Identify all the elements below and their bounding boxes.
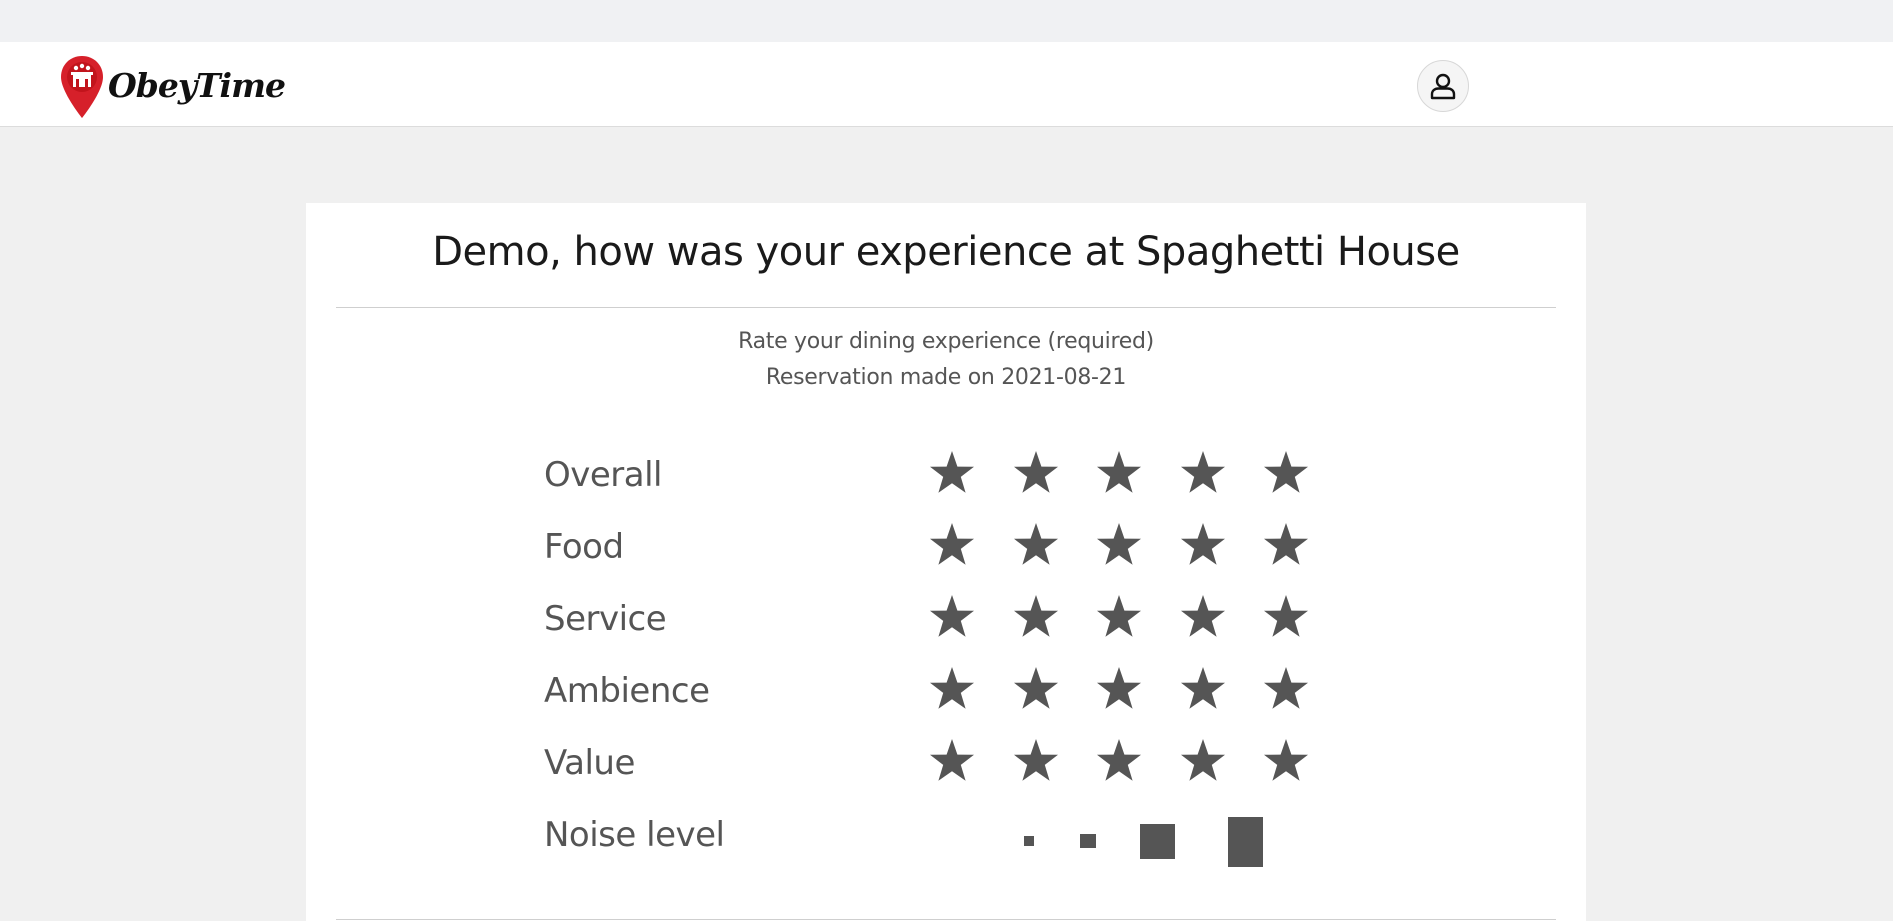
star-icon-overall-5[interactable] — [1262, 449, 1310, 497]
star-icon-value-5[interactable] — [1262, 737, 1310, 785]
rating-label-service: Service — [544, 599, 667, 639]
rating-label-overall: Overall — [544, 455, 663, 495]
star-rating-service — [928, 593, 1346, 641]
rating-row-overall: Overall — [544, 447, 1444, 519]
star-icon-service-2[interactable] — [1012, 593, 1060, 641]
review-title: Demo, how was your experience at Spaghet… — [432, 229, 1460, 275]
star-rating-value — [928, 737, 1346, 785]
location-pin-logo-icon — [61, 56, 103, 118]
star-icon-service-4[interactable] — [1179, 593, 1227, 641]
browser-top-strip — [0, 0, 1893, 42]
noise-level-option-2[interactable] — [1080, 834, 1096, 848]
review-card: Demo, how was your experience at Spaghet… — [306, 203, 1586, 921]
star-rating-food — [928, 521, 1346, 569]
navbar: ObeyTime — [0, 42, 1893, 127]
user-icon — [1430, 73, 1456, 100]
logo-text: ObeyTime — [108, 65, 286, 105]
noise-level-selector — [544, 807, 1444, 879]
star-icon-ambience-4[interactable] — [1179, 665, 1227, 713]
user-account-button[interactable] — [1417, 60, 1469, 112]
star-icon-value-1[interactable] — [928, 737, 976, 785]
star-icon-value-4[interactable] — [1179, 737, 1227, 785]
ratings-list: Overall Food Service Ambience Value Nois… — [544, 447, 1444, 879]
home-logo-link[interactable]: ObeyTime — [60, 55, 286, 119]
noise-level-option-1[interactable] — [1024, 836, 1034, 846]
star-icon-service-3[interactable] — [1095, 593, 1143, 641]
star-icon-overall-3[interactable] — [1095, 449, 1143, 497]
title-divider — [336, 307, 1556, 308]
star-icon-service-1[interactable] — [928, 593, 976, 641]
star-icon-food-3[interactable] — [1095, 521, 1143, 569]
rating-row-value: Value — [544, 735, 1444, 807]
star-icon-food-2[interactable] — [1012, 521, 1060, 569]
star-icon-food-5[interactable] — [1262, 521, 1310, 569]
star-icon-service-5[interactable] — [1262, 593, 1310, 641]
star-icon-ambience-1[interactable] — [928, 665, 976, 713]
star-icon-value-2[interactable] — [1012, 737, 1060, 785]
star-icon-overall-4[interactable] — [1179, 449, 1227, 497]
star-icon-overall-1[interactable] — [928, 449, 976, 497]
noise-level-option-4[interactable] — [1228, 817, 1263, 867]
star-icon-ambience-3[interactable] — [1095, 665, 1143, 713]
star-icon-food-1[interactable] — [928, 521, 976, 569]
bottom-divider — [336, 919, 1556, 920]
noise-level-option-3[interactable] — [1140, 824, 1175, 859]
rating-instruction: Rate your dining experience (required) — [738, 329, 1154, 354]
star-icon-value-3[interactable] — [1095, 737, 1143, 785]
rating-label-ambience: Ambience — [544, 671, 710, 711]
star-rating-ambience — [928, 665, 1346, 713]
rating-row-food: Food — [544, 519, 1444, 591]
star-rating-overall — [928, 449, 1346, 497]
rating-label-value: Value — [544, 743, 635, 783]
rating-label-food: Food — [544, 527, 624, 567]
star-icon-overall-2[interactable] — [1012, 449, 1060, 497]
review-subtitle: Rate your dining experience (required) R… — [306, 324, 1586, 396]
rating-row-noise-level: Noise level — [544, 807, 1444, 879]
star-icon-ambience-5[interactable] — [1262, 665, 1310, 713]
reservation-date-text: Reservation made on 2021-08-21 — [765, 365, 1127, 390]
rating-row-service: Service — [544, 591, 1444, 663]
star-icon-food-4[interactable] — [1179, 521, 1227, 569]
rating-row-ambience: Ambience — [544, 663, 1444, 735]
star-icon-ambience-2[interactable] — [1012, 665, 1060, 713]
